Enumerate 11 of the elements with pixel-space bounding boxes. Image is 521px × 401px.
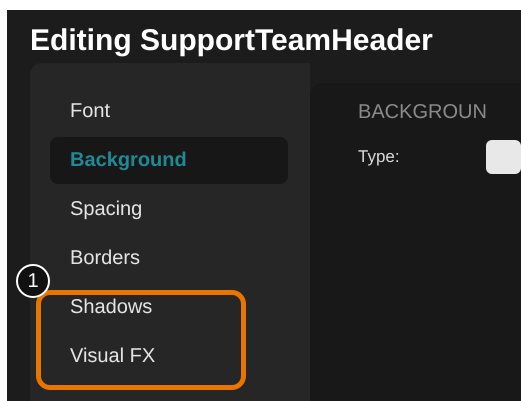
sidebar-item[interactable]: Spacing bbox=[50, 186, 288, 233]
window-title: Editing SupportTeamHeader bbox=[29, 23, 434, 59]
step-number: 1 bbox=[16, 264, 50, 298]
type-select[interactable] bbox=[486, 140, 521, 174]
sidebar-item[interactable]: Shadows bbox=[50, 284, 288, 331]
sidebar-item[interactable]: Background bbox=[50, 137, 288, 184]
sidebar-item[interactable]: Visual FX bbox=[50, 333, 288, 380]
sidebar-item[interactable]: Borders bbox=[50, 235, 288, 282]
field-label: Type: bbox=[358, 147, 401, 167]
sidebar-item[interactable]: Font bbox=[50, 88, 288, 135]
section-heading: BACKGROUN bbox=[358, 101, 488, 124]
